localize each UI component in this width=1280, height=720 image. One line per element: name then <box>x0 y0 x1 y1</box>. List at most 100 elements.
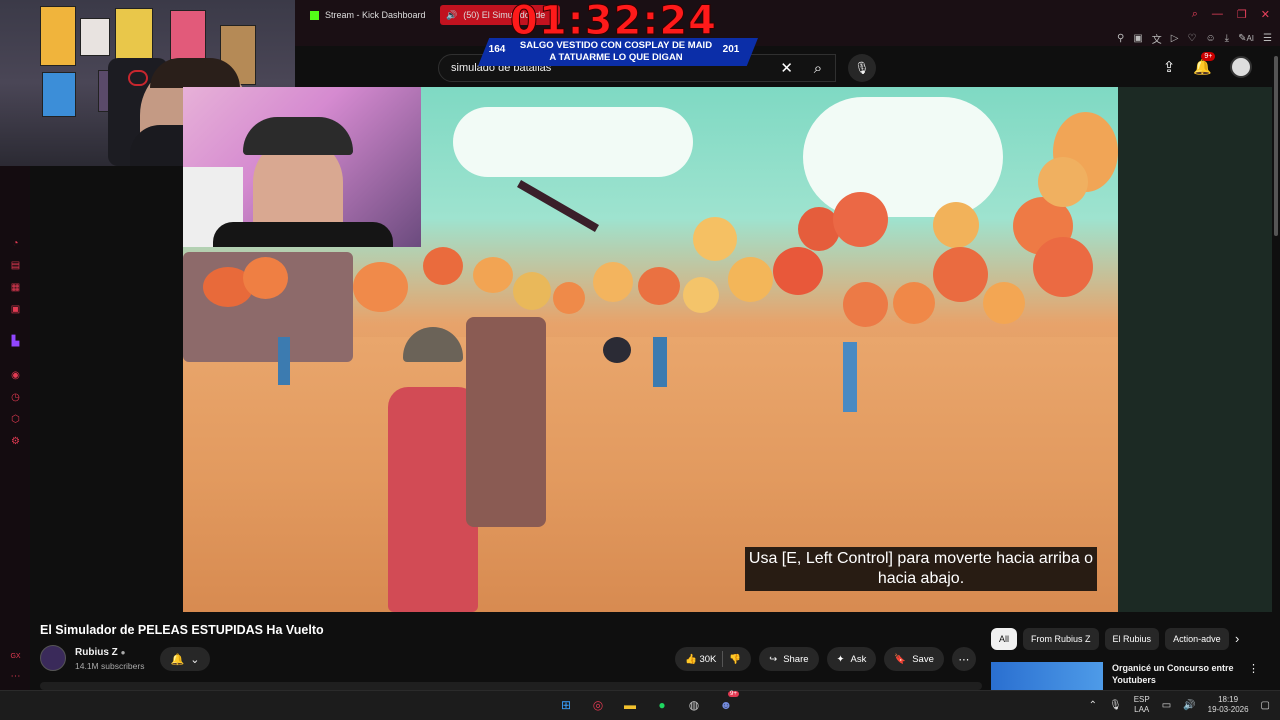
opera-gx-icon[interactable]: ◎ <box>588 695 608 715</box>
tree <box>728 257 773 302</box>
subscription-bell-button[interactable]: 🔔 ⌄ <box>160 647 210 671</box>
verified-icon: ● <box>120 648 126 657</box>
tree <box>553 282 585 314</box>
language-indicator[interactable]: ESP LAA <box>1134 695 1150 715</box>
clock-icon[interactable]: ◷ <box>10 392 21 403</box>
ask-button[interactable]: ✦ Ask <box>826 647 877 671</box>
chip-el-rubius[interactable]: El Rubius <box>1104 628 1160 650</box>
page-scrollbar[interactable] <box>1272 46 1280 690</box>
cloud <box>453 107 693 177</box>
tree <box>843 282 888 327</box>
video-facecam <box>183 87 421 247</box>
notifications-icon[interactable]: 🔔 9+ <box>1193 52 1216 76</box>
bag-icon[interactable]: ▤ <box>10 260 21 271</box>
settings-gear-icon[interactable]: ⚙ <box>10 436 21 447</box>
history-icon[interactable]: ◔ <box>10 238 21 249</box>
search-button[interactable]: ⌕ <box>800 54 836 82</box>
tree <box>933 247 988 302</box>
chevron-up-icon[interactable]: ⌃ <box>1089 700 1097 711</box>
divider <box>722 651 724 667</box>
boulder <box>603 337 631 363</box>
flying-log <box>517 180 599 232</box>
system-tray: ⌃ 🎙 ESP LAA ▭ 🔊 18:19 19-03-2026 ▢ <box>1089 695 1270 715</box>
spotify-icon[interactable]: ● <box>652 695 672 715</box>
player-icon[interactable]: ◉ <box>10 370 21 381</box>
tree <box>683 277 719 313</box>
display-icon[interactable]: ▭ <box>1162 700 1171 711</box>
video-caption: Usa [E, Left Control] para moverte hacia… <box>745 547 1097 591</box>
obs-icon[interactable]: ◍ <box>684 695 704 715</box>
download-icon[interactable]: ⤓ <box>1225 33 1229 44</box>
close-icon[interactable]: ✕ <box>1261 8 1270 21</box>
more-icon[interactable]: ⋯ <box>10 671 21 682</box>
chair-logo-icon <box>128 70 148 86</box>
chip-all[interactable]: All <box>991 628 1018 650</box>
extensions-icon[interactable]: ⬡ <box>10 414 21 425</box>
chevron-right-icon[interactable]: › <box>1235 631 1239 646</box>
recommendation-thumbnail[interactable] <box>991 662 1103 690</box>
more-icon: ⋯ <box>958 653 970 666</box>
tab-label: Stream - Kick Dashboard <box>325 10 426 20</box>
blue-soldier <box>278 337 290 385</box>
game-icon[interactable]: ▦ <box>10 282 21 293</box>
kick-logo-icon <box>310 10 319 20</box>
save-button[interactable]: 🔖 Save <box>884 647 944 671</box>
twitch-icon[interactable]: ▙ <box>10 336 21 347</box>
tree <box>693 217 737 261</box>
share-button[interactable]: ↪ Share <box>759 647 819 671</box>
clear-search-icon[interactable]: ✕ <box>780 59 793 77</box>
chip-from-channel[interactable]: From Rubius Z <box>1023 628 1099 650</box>
bookmark-icon: 🔖 <box>894 653 907 665</box>
tree <box>243 257 288 299</box>
tab-kick-dashboard[interactable]: Stream - Kick Dashboard <box>310 5 426 25</box>
channel-name[interactable]: Rubius Z ● <box>75 647 125 658</box>
tree <box>473 257 513 293</box>
volume-icon[interactable]: 🔊 <box>1183 700 1195 711</box>
notification-center-icon[interactable]: ▢ <box>1261 700 1270 711</box>
recommendation-chips: All From Rubius Z El Rubius Action-adve <box>991 628 1229 650</box>
search-tabs-icon[interactable]: ⌕ <box>1192 8 1198 21</box>
video-actions: 👍 30K 👎 ↪ Share ✦ Ask 🔖 Save ⋯ <box>675 647 976 671</box>
gx-logo-icon: GX <box>10 653 21 660</box>
header-actions: ⇪ 🔔 9+ <box>1163 52 1252 78</box>
screenshot-icon[interactable]: ▣ <box>1133 33 1142 44</box>
tree <box>983 282 1025 324</box>
more-icon[interactable]: ⋮ <box>1248 662 1259 675</box>
news-icon[interactable]: ▣ <box>10 304 21 315</box>
discord-icon[interactable]: ☻ 9+ <box>716 691 739 715</box>
menu-icon[interactable]: ☰ <box>1263 33 1272 44</box>
recommendation-title[interactable]: Organicé un Concurso entre Youtubers <box>1112 662 1242 686</box>
minimize-icon[interactable]: — <box>1212 8 1223 21</box>
like-dislike-group: 👍 30K 👎 <box>675 647 752 671</box>
profile-icon[interactable]: ☺ <box>1205 33 1215 44</box>
play-icon[interactable]: ▷ <box>1171 33 1179 44</box>
like-button[interactable]: 👍 30K <box>685 654 716 665</box>
microphone-icon[interactable]: 🎙 <box>1109 700 1122 711</box>
tree <box>773 247 823 295</box>
restore-icon[interactable]: ❐ <box>1237 8 1247 21</box>
file-explorer-icon[interactable]: ▬ <box>620 695 640 715</box>
ai-button[interactable]: ✎AI <box>1238 33 1254 44</box>
avatar[interactable] <box>1230 56 1252 78</box>
search-icon: ⌕ <box>813 59 823 77</box>
translate-icon[interactable]: 文 <box>1152 31 1162 46</box>
clock[interactable]: 18:19 19-03-2026 <box>1208 695 1249 715</box>
poster <box>42 72 76 117</box>
tree <box>353 262 408 312</box>
browser-sidebar: ◔ ▤ ▦ ▣ ▙ ◉ ◷ ⬡ ⚙ GX ⋯ <box>0 166 30 690</box>
sparkle-icon: ✦ <box>836 653 845 665</box>
heart-icon[interactable]: ♡ <box>1187 33 1196 44</box>
upload-icon[interactable]: ⇪ <box>1163 58 1176 76</box>
more-actions-button[interactable]: ⋯ <box>951 647 976 671</box>
chip-action-adventure[interactable]: Action-adve <box>1165 628 1229 650</box>
voice-search-button[interactable]: 🎙 <box>848 54 876 82</box>
description-box[interactable] <box>40 682 982 690</box>
windows-start-icon[interactable]: ⊞ <box>556 695 576 715</box>
scrollbar-thumb[interactable] <box>1274 56 1278 236</box>
speaker-icon[interactable]: 🔊 <box>446 10 457 21</box>
pin-icon[interactable]: ⚲ <box>1117 33 1124 44</box>
dislike-button[interactable]: 👎 <box>729 654 741 665</box>
taskbar: ⊞ ◎ ▬ ● ◍ ☻ 9+ ⌃ 🎙 ESP LAA ▭ 🔊 18:19 19-03-… <box>0 690 1280 720</box>
wooden-shield <box>466 317 546 527</box>
channel-avatar[interactable] <box>40 645 66 671</box>
